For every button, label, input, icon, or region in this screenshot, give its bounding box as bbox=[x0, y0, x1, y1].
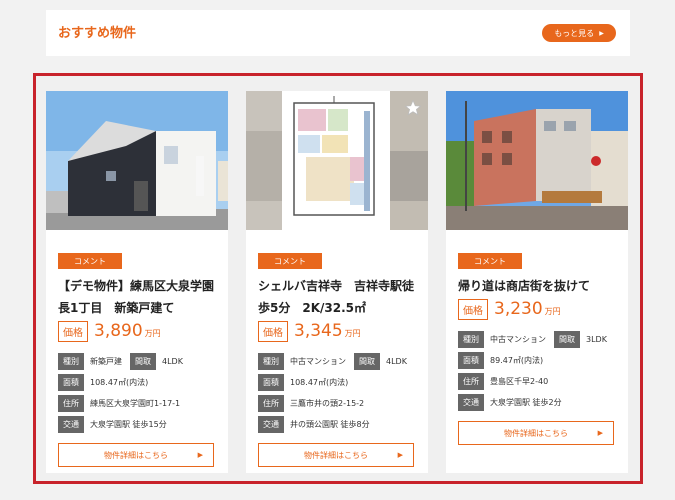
spec-label: 種別 bbox=[458, 330, 484, 348]
spec-value: 大泉学園駅 徒歩2分 bbox=[490, 397, 562, 407]
chevron-right-icon: ▶ bbox=[397, 451, 403, 459]
spec-row: 交通 大泉学園駅 徒歩2分 bbox=[458, 392, 623, 412]
price-value: 3,230 bbox=[494, 299, 543, 319]
spec-label: 住所 bbox=[258, 394, 284, 412]
spec-list: 種別 新築戸建 間取 4LDK 面積 108.47㎡(内法) 住所 練馬区大泉学… bbox=[58, 351, 223, 435]
property-photo[interactable] bbox=[246, 91, 428, 230]
spec-row: 住所 練馬区大泉学園町1-17-1 bbox=[58, 393, 223, 413]
spec-value: 4LDK bbox=[386, 356, 407, 366]
price-row: 価格 3,345 万円 bbox=[258, 321, 361, 342]
property-title[interactable]: 【デモ物件】練馬区大泉学園長1丁目 新築戸建て bbox=[58, 275, 223, 319]
price-label: 価格 bbox=[458, 299, 488, 320]
detail-button-label: 物件詳細はこちら bbox=[504, 428, 568, 438]
spec-label: 住所 bbox=[58, 394, 84, 412]
spec-row: 住所 豊島区千早2-40 bbox=[458, 371, 623, 391]
price-row: 価格 3,890 万円 bbox=[58, 321, 161, 342]
chevron-right-icon: ▶ bbox=[599, 29, 604, 37]
spec-list: 種別 中古マンション 間取 4LDK 面積 108.47㎡(内法) 住所 三鷹市… bbox=[258, 351, 423, 435]
spec-value: 豊島区千早2-40 bbox=[490, 376, 549, 386]
spec-value: 4LDK bbox=[162, 356, 183, 366]
spec-value: 89.47㎡(内法) bbox=[490, 355, 544, 365]
spec-row: 面積 108.47㎡(内法) bbox=[258, 372, 423, 392]
spec-row: 種別 中古マンション 間取 4LDK bbox=[258, 351, 423, 371]
detail-button[interactable]: 物件詳細はこちら ▶ bbox=[258, 443, 414, 467]
spec-label: 間取 bbox=[130, 352, 156, 370]
section-title: おすすめ物件 bbox=[58, 26, 137, 41]
spec-label: 種別 bbox=[58, 352, 84, 370]
price-value: 3,345 bbox=[294, 321, 343, 341]
property-photo[interactable] bbox=[46, 91, 228, 230]
price-value: 3,890 bbox=[94, 321, 143, 341]
property-card[interactable]: コメント 【デモ物件】練馬区大泉学園長1丁目 新築戸建て 価格 3,890 万円… bbox=[46, 91, 228, 473]
more-button[interactable]: もっと見る ▶ bbox=[542, 24, 616, 42]
spec-value: 練馬区大泉学園町1-17-1 bbox=[90, 398, 181, 408]
spec-label: 間取 bbox=[354, 352, 380, 370]
spec-label: 交通 bbox=[258, 415, 284, 433]
spec-row: 面積 89.47㎡(内法) bbox=[458, 350, 623, 370]
price-row: 価格 3,230 万円 bbox=[458, 299, 561, 320]
price-unit: 万円 bbox=[544, 307, 561, 316]
spec-value: 108.47㎡(内法) bbox=[90, 377, 149, 387]
spec-label: 住所 bbox=[458, 372, 484, 390]
spec-label: 交通 bbox=[458, 393, 484, 411]
price-unit: 万円 bbox=[144, 329, 161, 338]
spec-row: 住所 三鷹市井の頭2-15-2 bbox=[258, 393, 423, 413]
spec-value: 新築戸建 bbox=[90, 356, 122, 366]
spec-row: 面積 108.47㎡(内法) bbox=[58, 372, 223, 392]
spec-label: 間取 bbox=[554, 330, 580, 348]
more-button-label: もっと見る bbox=[554, 28, 595, 38]
spec-label: 面積 bbox=[258, 373, 284, 391]
spec-value: 中古マンション bbox=[290, 356, 346, 366]
spec-value: 中古マンション bbox=[490, 334, 546, 344]
spec-value: 大泉学園駅 徒歩15分 bbox=[90, 419, 167, 429]
price-label: 価格 bbox=[58, 321, 88, 342]
spec-row: 交通 井の頭公園駅 徒歩8分 bbox=[258, 414, 423, 434]
spec-list: 種別 中古マンション 間取 3LDK 面積 89.47㎡(内法) 住所 豊島区千… bbox=[458, 329, 623, 413]
detail-button-label: 物件詳細はこちら bbox=[304, 450, 368, 460]
spec-value: 3LDK bbox=[586, 334, 607, 344]
detail-button[interactable]: 物件詳細はこちら ▶ bbox=[458, 421, 614, 445]
spec-label: 面積 bbox=[458, 351, 484, 369]
spec-label: 交通 bbox=[58, 415, 84, 433]
price-unit: 万円 bbox=[344, 329, 361, 338]
comment-tag: コメント bbox=[258, 253, 322, 269]
property-card[interactable]: コメント 帰り道は商店街を抜けて 価格 3,230 万円 種別 中古マンション … bbox=[446, 91, 628, 473]
spec-value: 108.47㎡(内法) bbox=[290, 377, 349, 387]
star-icon[interactable] bbox=[404, 99, 422, 117]
price-label: 価格 bbox=[258, 321, 288, 342]
property-title[interactable]: 帰り道は商店街を抜けて bbox=[458, 275, 623, 297]
detail-button[interactable]: 物件詳細はこちら ▶ bbox=[58, 443, 214, 467]
chevron-right-icon: ▶ bbox=[197, 451, 203, 459]
comment-tag: コメント bbox=[58, 253, 122, 269]
spec-value: 井の頭公園駅 徒歩8分 bbox=[290, 419, 370, 429]
property-card[interactable]: コメント シェルバ吉祥寺 吉祥寺駅徒歩5分 2K/32.5㎡ 価格 3,345 … bbox=[246, 91, 428, 473]
detail-button-label: 物件詳細はこちら bbox=[104, 450, 168, 460]
spec-label: 面積 bbox=[58, 373, 84, 391]
property-photo[interactable] bbox=[446, 91, 628, 230]
comment-tag: コメント bbox=[458, 253, 522, 269]
spec-label: 種別 bbox=[258, 352, 284, 370]
spec-value: 三鷹市井の頭2-15-2 bbox=[290, 398, 365, 408]
property-title[interactable]: シェルバ吉祥寺 吉祥寺駅徒歩5分 2K/32.5㎡ bbox=[258, 275, 423, 319]
spec-row: 種別 新築戸建 間取 4LDK bbox=[58, 351, 223, 371]
spec-row: 種別 中古マンション 間取 3LDK bbox=[458, 329, 623, 349]
spec-row: 交通 大泉学園駅 徒歩15分 bbox=[58, 414, 223, 434]
chevron-right-icon: ▶ bbox=[597, 429, 603, 437]
recommended-header: おすすめ物件 もっと見る ▶ bbox=[46, 10, 630, 56]
